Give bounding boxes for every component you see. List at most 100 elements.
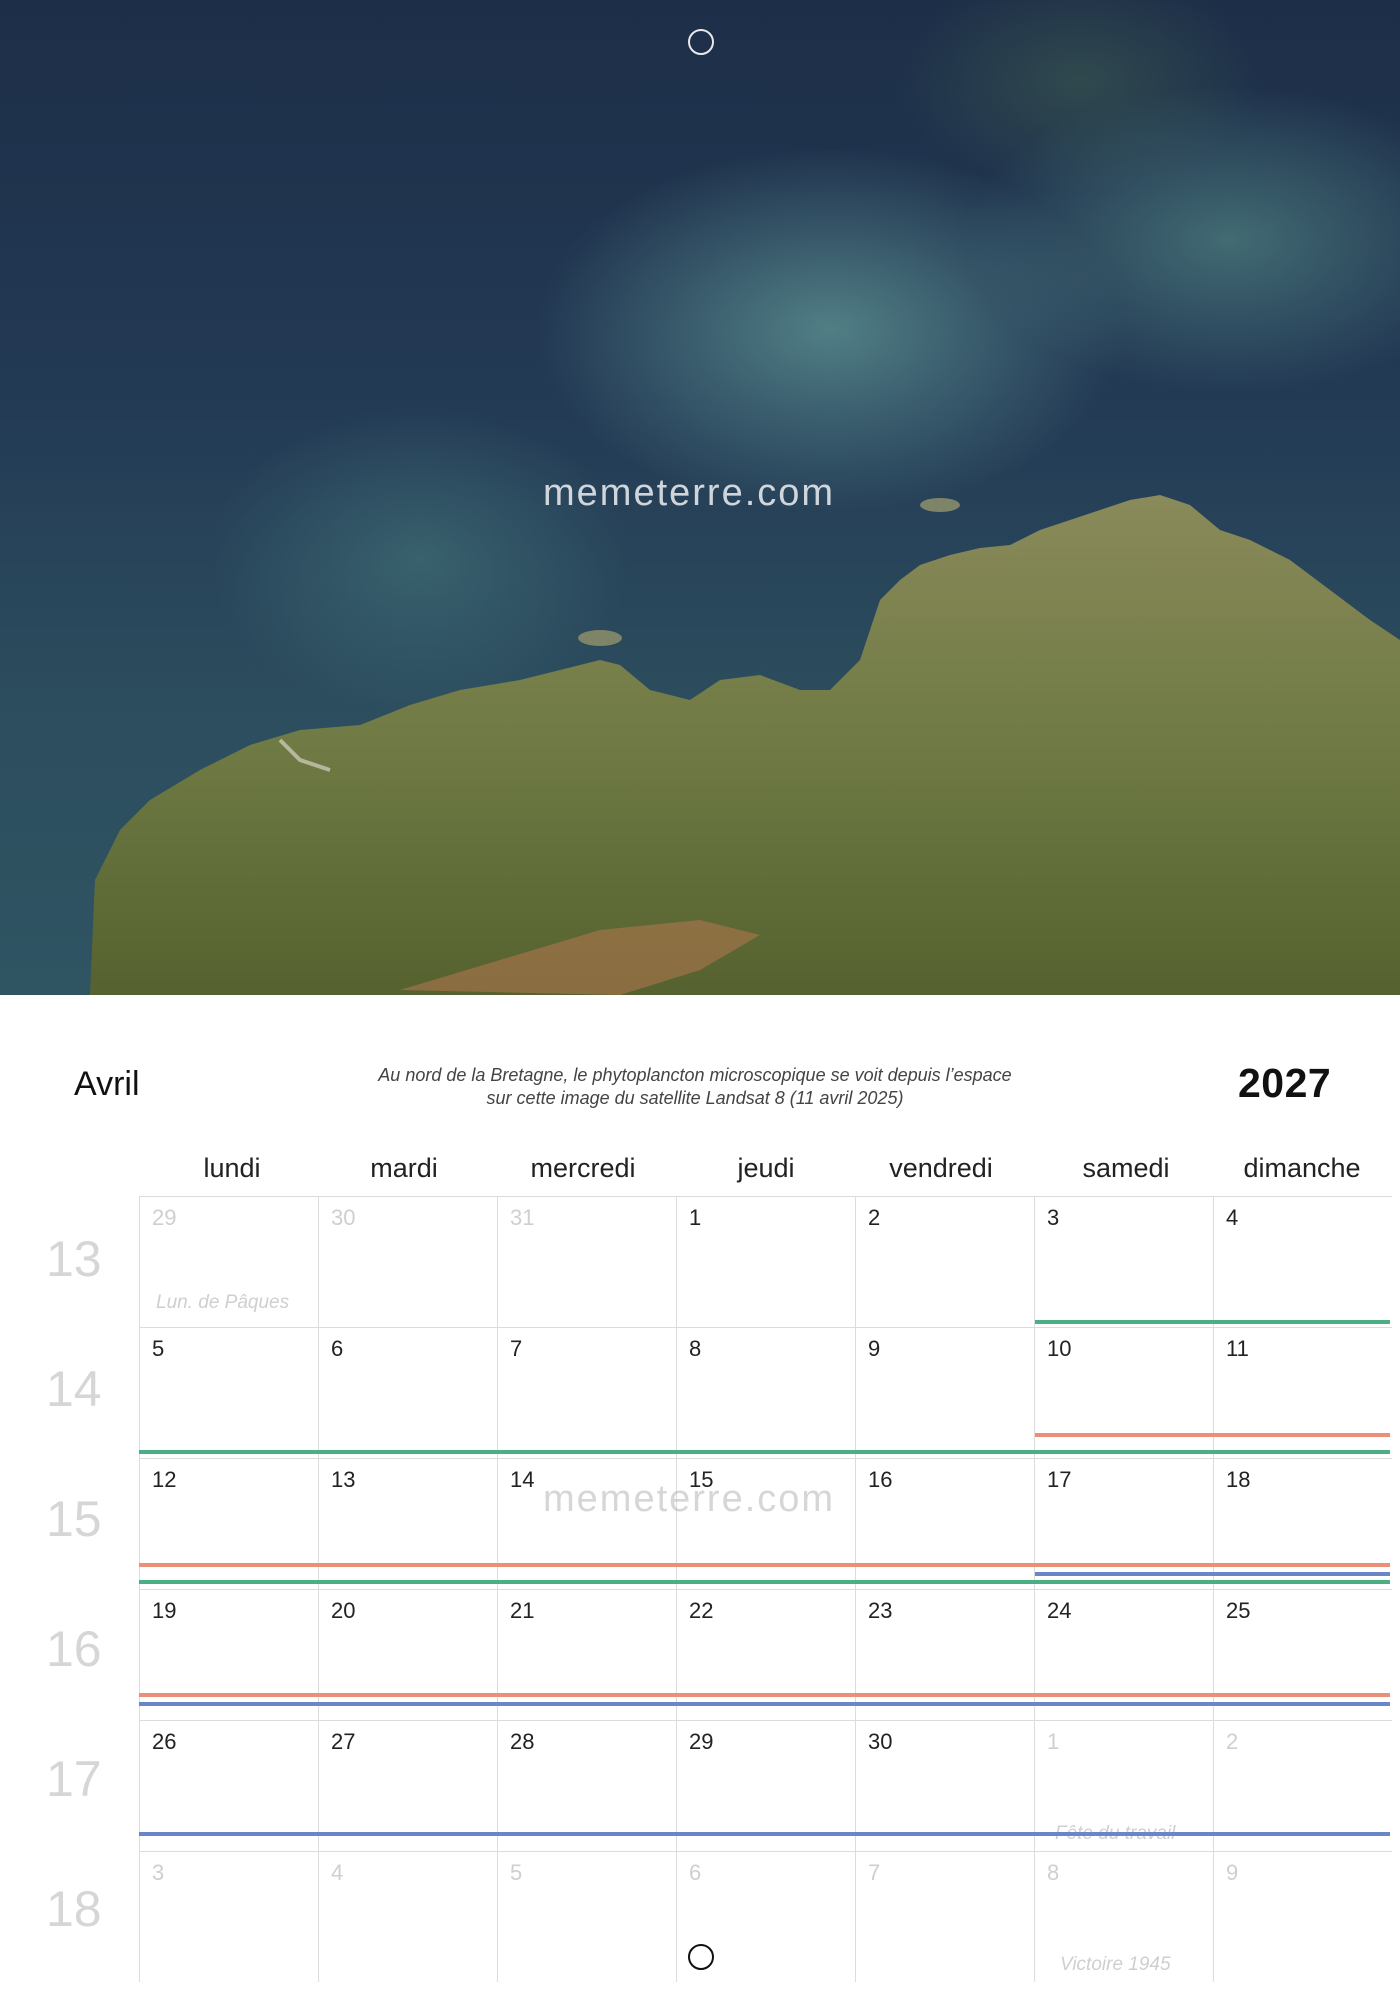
year-title: 2027 bbox=[1238, 1060, 1332, 1106]
day-number: 29 bbox=[152, 1205, 177, 1230]
day-cell[interactable]: 11 bbox=[1213, 1327, 1392, 1458]
caption-line-1: Au nord de la Bretagne, le phytoplancton… bbox=[378, 1065, 1012, 1085]
binding-hole-bottom bbox=[688, 1944, 714, 1970]
month-title: Avril bbox=[74, 1065, 140, 1103]
week-number: 17 bbox=[46, 1751, 102, 1807]
weekday-monday: lundi bbox=[203, 1153, 261, 1183]
day-cell[interactable]: 18 bbox=[1213, 1458, 1392, 1589]
zone-stripe-green bbox=[1035, 1320, 1390, 1324]
day-number: 9 bbox=[1226, 1860, 1239, 1885]
day-number: 31 bbox=[510, 1205, 535, 1230]
day-number: 29 bbox=[689, 1729, 714, 1754]
day-cell[interactable]: 20 bbox=[318, 1589, 497, 1720]
day-number: 12 bbox=[152, 1467, 177, 1492]
day-cell[interactable]: 1 bbox=[676, 1196, 855, 1327]
day-number: 8 bbox=[1047, 1860, 1060, 1885]
day-number: 9 bbox=[868, 1336, 881, 1361]
day-number: 11 bbox=[1226, 1336, 1249, 1361]
day-cell[interactable]: 16 bbox=[855, 1458, 1034, 1589]
day-cell[interactable]: 5 bbox=[497, 1851, 676, 1982]
day-cell[interactable]: 17 bbox=[1034, 1458, 1213, 1589]
day-cell[interactable]: 30 bbox=[318, 1196, 497, 1327]
day-number: 8 bbox=[689, 1336, 702, 1361]
day-number: 21 bbox=[510, 1598, 535, 1623]
day-cell[interactable]: 13 bbox=[318, 1458, 497, 1589]
day-cell[interactable]: 7 bbox=[497, 1327, 676, 1458]
day-number: 26 bbox=[152, 1729, 177, 1754]
day-number: 6 bbox=[689, 1860, 702, 1885]
day-number: 24 bbox=[1047, 1598, 1072, 1623]
watermark-photo: memeterre.com bbox=[543, 472, 836, 514]
week-number: 16 bbox=[46, 1621, 102, 1677]
holiday-victory-1945: Victoire 1945 bbox=[1060, 1954, 1171, 1975]
week-number: 14 bbox=[46, 1361, 102, 1417]
day-cell[interactable]: 8 bbox=[676, 1327, 855, 1458]
weekday-friday: vendredi bbox=[889, 1153, 993, 1183]
weekday-tuesday: mardi bbox=[370, 1153, 438, 1183]
satellite-photo: memeterre.com bbox=[0, 0, 1400, 995]
day-cell[interactable]: 4 bbox=[318, 1851, 497, 1982]
day-number: 17 bbox=[1047, 1467, 1072, 1492]
day-number: 6 bbox=[331, 1336, 344, 1361]
day-number: 30 bbox=[331, 1205, 356, 1230]
watermark-calendar: memeterre.com bbox=[543, 1478, 836, 1520]
day-cell[interactable]: 21 bbox=[497, 1589, 676, 1720]
week-number: 15 bbox=[46, 1491, 102, 1547]
caption-line-2: sur cette image du satellite Landsat 8 (… bbox=[486, 1088, 904, 1108]
zone-stripe-green bbox=[139, 1580, 1390, 1584]
photo-caption: Au nord de la Bretagne, le phytoplancton… bbox=[300, 1064, 1090, 1110]
day-number: 5 bbox=[510, 1860, 523, 1885]
day-number: 10 bbox=[1047, 1336, 1072, 1361]
day-cell[interactable]: 22 bbox=[676, 1589, 855, 1720]
day-number: 27 bbox=[331, 1729, 356, 1754]
weekday-saturday: samedi bbox=[1082, 1153, 1170, 1183]
day-number: 25 bbox=[1226, 1598, 1251, 1623]
zone-stripe-salmon bbox=[139, 1693, 1390, 1697]
day-cell[interactable]: 10 bbox=[1034, 1327, 1213, 1458]
day-cell[interactable]: 2 bbox=[855, 1196, 1034, 1327]
day-cell[interactable]: 9 bbox=[1213, 1851, 1392, 1982]
day-number: 4 bbox=[1226, 1205, 1239, 1230]
day-cell[interactable]: 6 bbox=[318, 1327, 497, 1458]
day-number: 19 bbox=[152, 1598, 177, 1623]
weekday-thursday: jeudi bbox=[737, 1153, 795, 1183]
day-cell[interactable]: 12 bbox=[139, 1458, 318, 1589]
day-cell[interactable]: 23 bbox=[855, 1589, 1034, 1720]
day-cell[interactable]: 3 bbox=[139, 1851, 318, 1982]
zone-stripe-blue bbox=[1035, 1572, 1390, 1576]
day-cell[interactable]: 4 bbox=[1213, 1196, 1392, 1327]
week-number: 18 bbox=[46, 1881, 102, 1937]
zone-stripe-salmon bbox=[139, 1563, 1390, 1567]
day-number: 3 bbox=[152, 1860, 165, 1885]
day-number: 7 bbox=[510, 1336, 523, 1361]
day-cell[interactable]: 5 bbox=[139, 1327, 318, 1458]
day-number: 23 bbox=[868, 1598, 893, 1623]
day-cell[interactable]: 19 bbox=[139, 1589, 318, 1720]
day-number: 30 bbox=[868, 1729, 893, 1754]
day-number: 1 bbox=[689, 1205, 702, 1230]
day-number: 7 bbox=[868, 1860, 881, 1885]
day-cell[interactable]: 3 bbox=[1034, 1196, 1213, 1327]
day-number: 2 bbox=[868, 1205, 881, 1230]
day-cell[interactable]: 24 bbox=[1034, 1589, 1213, 1720]
day-number: 28 bbox=[510, 1729, 535, 1754]
weekday-wednesday: mercredi bbox=[530, 1153, 636, 1183]
day-cell[interactable]: 7 bbox=[855, 1851, 1034, 1982]
day-cell[interactable]: 9 bbox=[855, 1327, 1034, 1458]
zone-stripe-green bbox=[139, 1450, 1390, 1454]
day-number: 16 bbox=[868, 1467, 893, 1492]
weekday-sunday: dimanche bbox=[1243, 1153, 1361, 1183]
day-cell[interactable]: 31 bbox=[497, 1196, 676, 1327]
day-number: 2 bbox=[1226, 1729, 1239, 1754]
day-number: 5 bbox=[152, 1336, 165, 1361]
day-cell[interactable]: 25 bbox=[1213, 1589, 1392, 1720]
day-number: 1 bbox=[1047, 1729, 1060, 1754]
day-number: 3 bbox=[1047, 1205, 1060, 1230]
day-number: 14 bbox=[510, 1467, 535, 1492]
binding-hole-top bbox=[688, 29, 714, 55]
holiday-easter-monday: Lun. de Pâques bbox=[156, 1292, 290, 1313]
day-number: 4 bbox=[331, 1860, 344, 1885]
day-number: 22 bbox=[689, 1598, 714, 1623]
day-number: 13 bbox=[331, 1467, 356, 1492]
zone-stripe-blue bbox=[139, 1702, 1390, 1706]
